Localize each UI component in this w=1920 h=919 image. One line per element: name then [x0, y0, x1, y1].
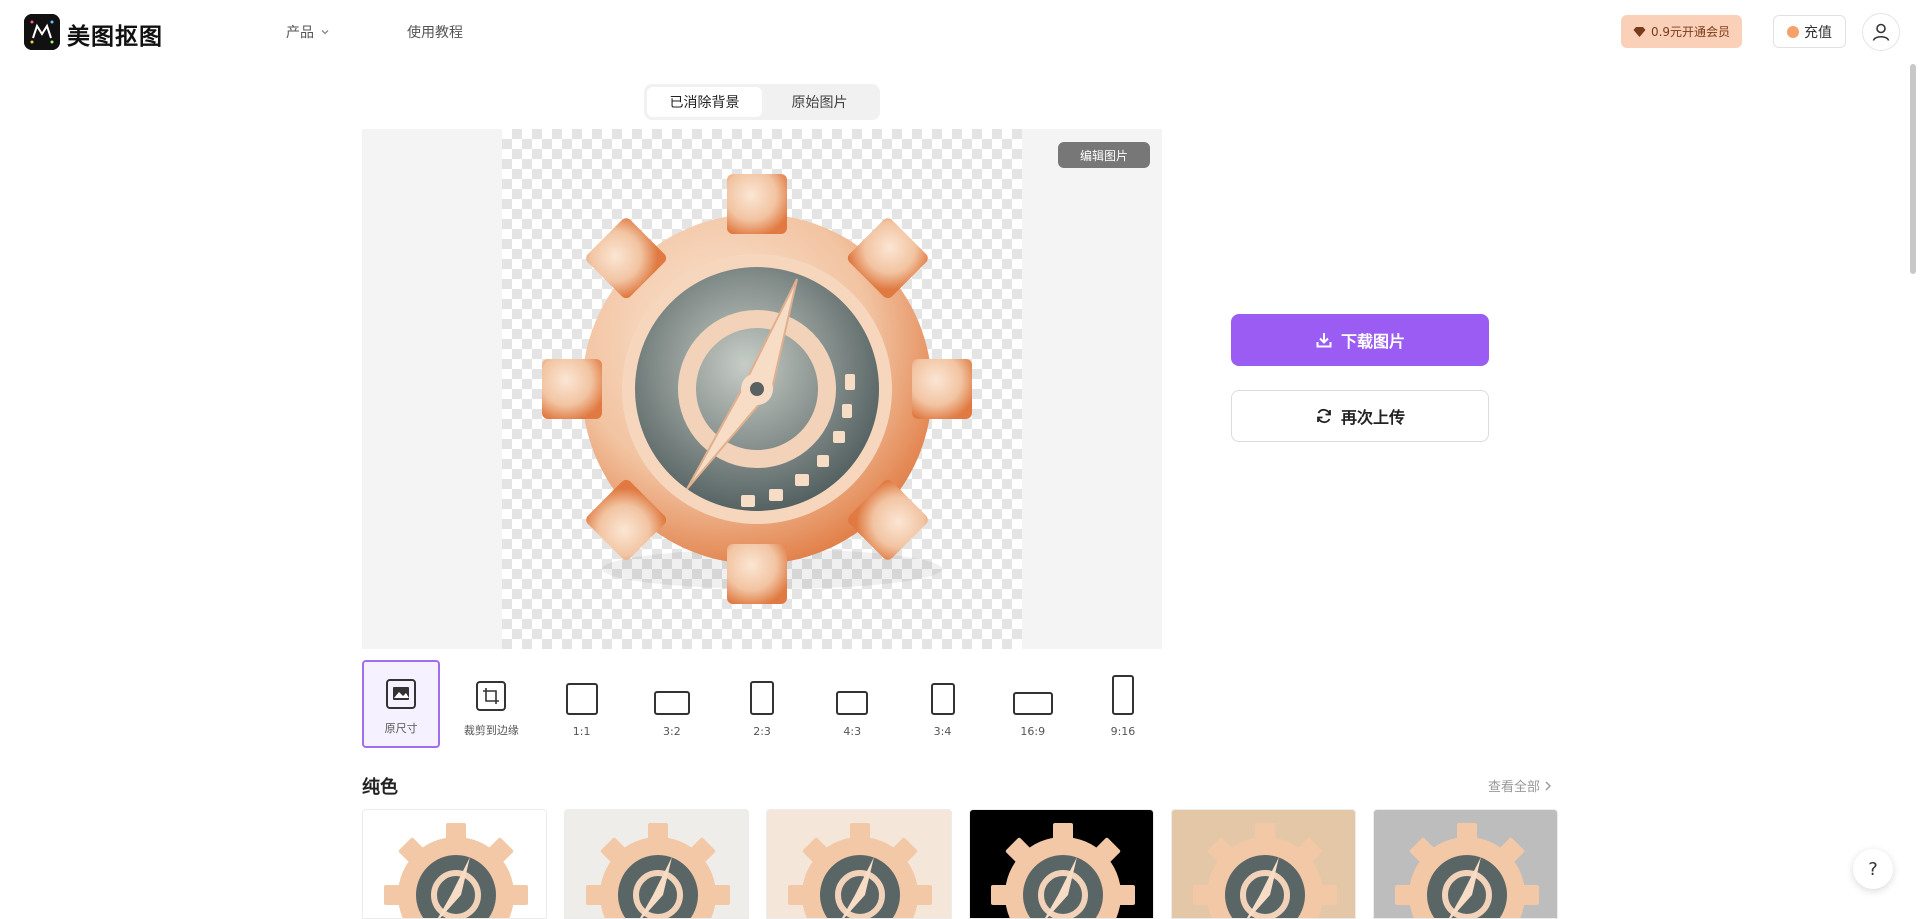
ratio-9-16[interactable]: 9:16	[1084, 660, 1162, 748]
refresh-icon	[1317, 408, 1331, 424]
gear-thumbnail-icon	[1394, 823, 1539, 918]
size-options: 原尺寸 裁剪到边缘 1:1 3:2 2:3 4:3 3:4 16:9 9:16	[362, 660, 1162, 748]
ratio-shape-icon	[836, 691, 869, 715]
download-label: 下载图片	[1340, 332, 1405, 351]
help-button[interactable]: ?	[1853, 849, 1893, 889]
ratio-shape-icon	[653, 691, 690, 715]
nav-product-label: 产品	[286, 25, 314, 41]
ratio-shape-icon	[1111, 675, 1134, 715]
ratio-label: 1:1	[572, 725, 591, 738]
ratio-3-2[interactable]: 3:2	[633, 660, 711, 748]
gear-thumbnail-icon	[1192, 823, 1337, 918]
brand-name[interactable]: 美图抠图	[67, 17, 163, 51]
view-all-link[interactable]: 查看全部	[1488, 776, 1552, 795]
solid-color-swatches	[362, 809, 1559, 919]
download-icon	[1316, 333, 1332, 348]
coin-icon	[1787, 25, 1799, 38]
ratio-label: 16:9	[1020, 725, 1046, 738]
gear-thumbnail-icon	[990, 823, 1135, 918]
edit-image-button[interactable]: 编辑图片	[1058, 142, 1150, 168]
ratio-4-3[interactable]: 4:3	[813, 660, 891, 748]
nav-tutorial-link[interactable]: 使用教程	[407, 22, 463, 42]
ratio-label: 裁剪到边缘	[463, 724, 519, 737]
vip-label: 0.9元开通会员	[1650, 25, 1731, 39]
ratio-16-9[interactable]: 16:9	[994, 660, 1072, 748]
reupload-label: 再次上传	[1340, 408, 1405, 427]
ratio-label: 2:3	[753, 725, 771, 738]
view-toggle: 已消除背景 原始图片	[644, 84, 880, 120]
chevron-right-icon	[1545, 781, 1552, 791]
nav-product-menu[interactable]: 产品	[286, 22, 330, 42]
view-all-label: 查看全部	[1488, 780, 1541, 795]
ratio-1-1[interactable]: 1:1	[543, 660, 621, 748]
ratio-label: 3:2	[662, 725, 681, 738]
transparency-checkerboard	[502, 129, 1022, 649]
recharge-label: 充值	[1804, 24, 1832, 41]
ratio-shape-icon	[1012, 692, 1053, 715]
user-avatar-button[interactable]	[1862, 13, 1900, 51]
gear-thumbnail-icon	[586, 823, 731, 918]
image-preview: 编辑图片	[362, 129, 1162, 649]
color-swatch[interactable]	[564, 809, 750, 919]
crop-icon	[476, 681, 507, 711]
solid-color-section-title: 纯色	[362, 777, 398, 798]
ratio-3-4[interactable]: 3:4	[903, 660, 981, 748]
gear-icon	[542, 174, 972, 604]
ratio-label: 9:16	[1110, 725, 1136, 738]
page-scrollbar[interactable]	[1906, 62, 1920, 919]
color-swatch[interactable]	[1170, 809, 1356, 919]
recharge-button[interactable]: 充值	[1773, 15, 1846, 48]
download-image-button[interactable]: 下载图片	[1231, 314, 1489, 366]
image-icon	[386, 679, 417, 709]
gear-thumbnail-icon	[384, 823, 528, 918]
color-swatch[interactable]	[362, 809, 548, 919]
ratio-crop-to-edge[interactable]: 裁剪到边缘	[452, 660, 530, 748]
brand-logo-icon[interactable]	[24, 14, 60, 50]
ratio-label: 4:3	[843, 725, 862, 738]
diamond-icon	[1633, 26, 1646, 37]
ratio-shape-icon	[565, 683, 598, 715]
top-bar: 美图抠图 产品 使用教程 0.9元开通会员 充值	[0, 0, 1920, 62]
color-swatch[interactable]	[766, 809, 952, 919]
ratio-label: 原尺寸	[384, 722, 418, 735]
vip-button[interactable]: 0.9元开通会员	[1621, 15, 1742, 48]
gear-thumbnail-icon	[788, 823, 933, 918]
ratio-2-3[interactable]: 2:3	[723, 660, 801, 748]
ratio-shape-icon	[750, 681, 775, 715]
color-swatch[interactable]	[1372, 809, 1559, 919]
ratio-label: 3:4	[933, 725, 952, 738]
scrollbar-thumb[interactable]	[1910, 64, 1916, 274]
tab-original-image[interactable]: 原始图片	[762, 87, 877, 117]
chevron-down-icon	[321, 30, 329, 35]
ratio-shape-icon	[930, 683, 955, 715]
user-icon	[1872, 23, 1890, 41]
reupload-button[interactable]: 再次上传	[1231, 390, 1489, 442]
tab-removed-background[interactable]: 已消除背景	[647, 87, 762, 117]
color-swatch[interactable]	[968, 809, 1154, 919]
ratio-original-size[interactable]: 原尺寸	[362, 660, 441, 748]
